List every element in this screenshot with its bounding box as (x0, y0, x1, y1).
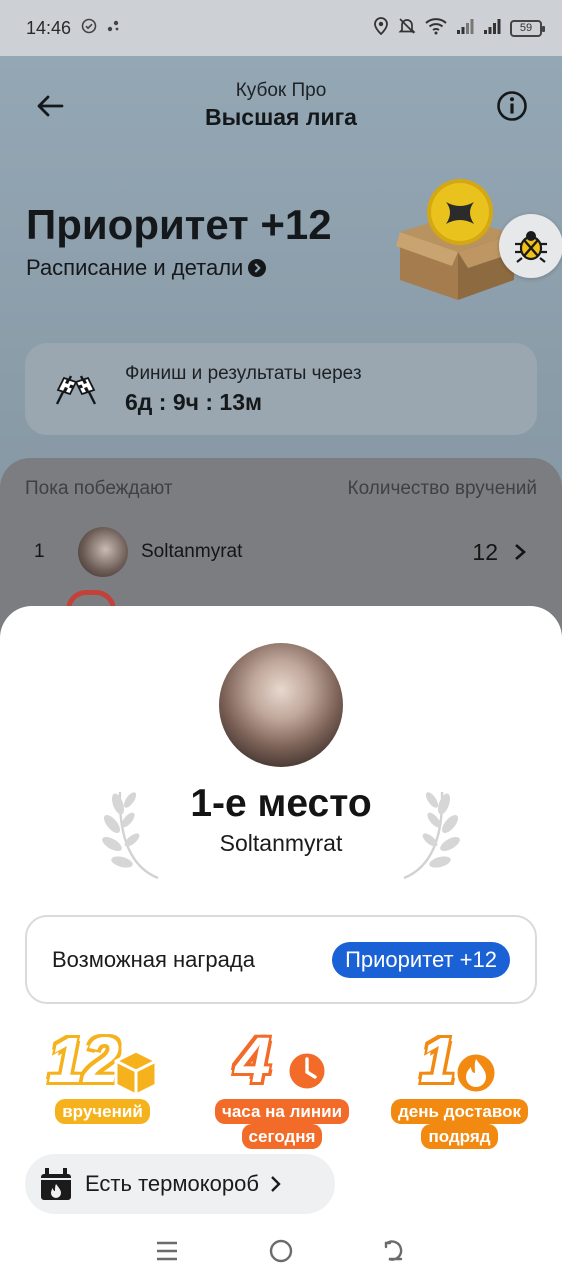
leaderboard-header: Пока побеждают Количество вручений (0, 458, 562, 500)
finish-texts: Финиш и результаты через 6д : 9ч : 13м (125, 363, 362, 416)
status-left-icons (81, 18, 121, 38)
back-nav-button[interactable] (375, 1231, 415, 1271)
chevron-right-icon (269, 1174, 283, 1194)
achievement-caption: день доставок (391, 1099, 528, 1124)
leaderboard-right-header: Количество вручений (347, 478, 537, 499)
header: Кубок Про Высшая лига (0, 56, 562, 166)
schedule-link-label: Расписание и детали (26, 255, 244, 280)
avatar (219, 643, 343, 767)
status-right-icons: 59 (373, 16, 545, 40)
check-circle-icon (81, 18, 97, 38)
bell-off-icon (398, 17, 416, 40)
thermobox-chip[interactable]: Есть термокороб (25, 1154, 335, 1214)
header-titles: Кубок Про Высшая лига (0, 80, 562, 131)
reward-card: Возможная награда Приоритет +12 (25, 915, 537, 1004)
chevron-circle-icon (248, 259, 267, 277)
header-subtitle: Кубок Про (235, 80, 327, 101)
reward-badge: Приоритет +12 (332, 941, 510, 978)
achievement-hours: 4 часа на линии сегодня (207, 1021, 357, 1149)
finish-label: Финиш и результаты через (125, 362, 362, 384)
header-title: Высшая лига (205, 104, 357, 130)
achievements-row: 12 вручений 4 часа на линии сегодня 1 де… (0, 1021, 562, 1151)
place-title: 1-е место (190, 782, 372, 825)
leaderboard-rank: 1 (34, 541, 45, 562)
recents-button[interactable] (147, 1231, 187, 1271)
winner-bottom-sheet: 1-е место Soltanmyrat Возможная награда … (0, 606, 562, 1280)
thermobox-label: Есть термокороб (85, 1171, 259, 1196)
leaderboard-left-header: Пока побеждают (25, 478, 173, 499)
achievement-caption: часа на линии (214, 1099, 350, 1124)
status-bar: 14:46 59 (0, 0, 562, 56)
wifi-icon (425, 17, 447, 40)
achievement-caption: вручений (55, 1099, 150, 1124)
hero-title: Приоритет +12 (26, 201, 332, 248)
finish-countdown: 6д : 9ч : 13м (125, 388, 263, 415)
bug-icon (515, 231, 547, 263)
chevron-right-icon (512, 542, 542, 562)
location-icon (373, 16, 389, 40)
leaderboard-count: 12 (472, 538, 498, 565)
info-icon (497, 91, 527, 121)
reward-label: Возможная награда (52, 946, 255, 972)
achievement-deliveries: 12 вручений (40, 1021, 165, 1124)
status-time: 14:46 (26, 17, 72, 38)
achievement-caption-line2: подряд (421, 1124, 498, 1149)
info-button[interactable] (492, 86, 532, 126)
clock-icon (286, 1050, 328, 1092)
dots-icon (105, 18, 121, 38)
achievement-value: 4 (235, 1024, 271, 1096)
thermobox-icon (41, 1168, 71, 1200)
leaderboard-row[interactable]: 1 Soltanmyrat 12 (0, 526, 562, 578)
box-icon (114, 1049, 158, 1097)
finish-timer-card: Финиш и результаты через 6д : 9ч : 13м (25, 343, 537, 435)
avatar (78, 527, 128, 577)
flame-icon (454, 1051, 498, 1095)
bug-report-button[interactable] (499, 214, 562, 278)
achievement-caption-line2: сегодня (241, 1124, 323, 1149)
signal-icon (483, 17, 501, 40)
winner-name: Soltanmyrat (219, 830, 343, 856)
schedule-link[interactable]: Расписание и детали (26, 255, 267, 281)
menu-lines-icon (157, 1241, 177, 1261)
system-nav-bar (0, 1222, 562, 1280)
home-button[interactable] (261, 1231, 301, 1271)
racing-flags-icon (55, 375, 97, 405)
back-arrow-icon (384, 1240, 403, 1261)
leaderboard-name: Soltanmyrat (141, 541, 243, 562)
battery-icon: 59 (510, 19, 545, 37)
signal-icon (456, 17, 474, 40)
home-circle-icon (269, 1239, 293, 1263)
achievement-streak: 1 день доставок подряд (382, 1021, 537, 1149)
